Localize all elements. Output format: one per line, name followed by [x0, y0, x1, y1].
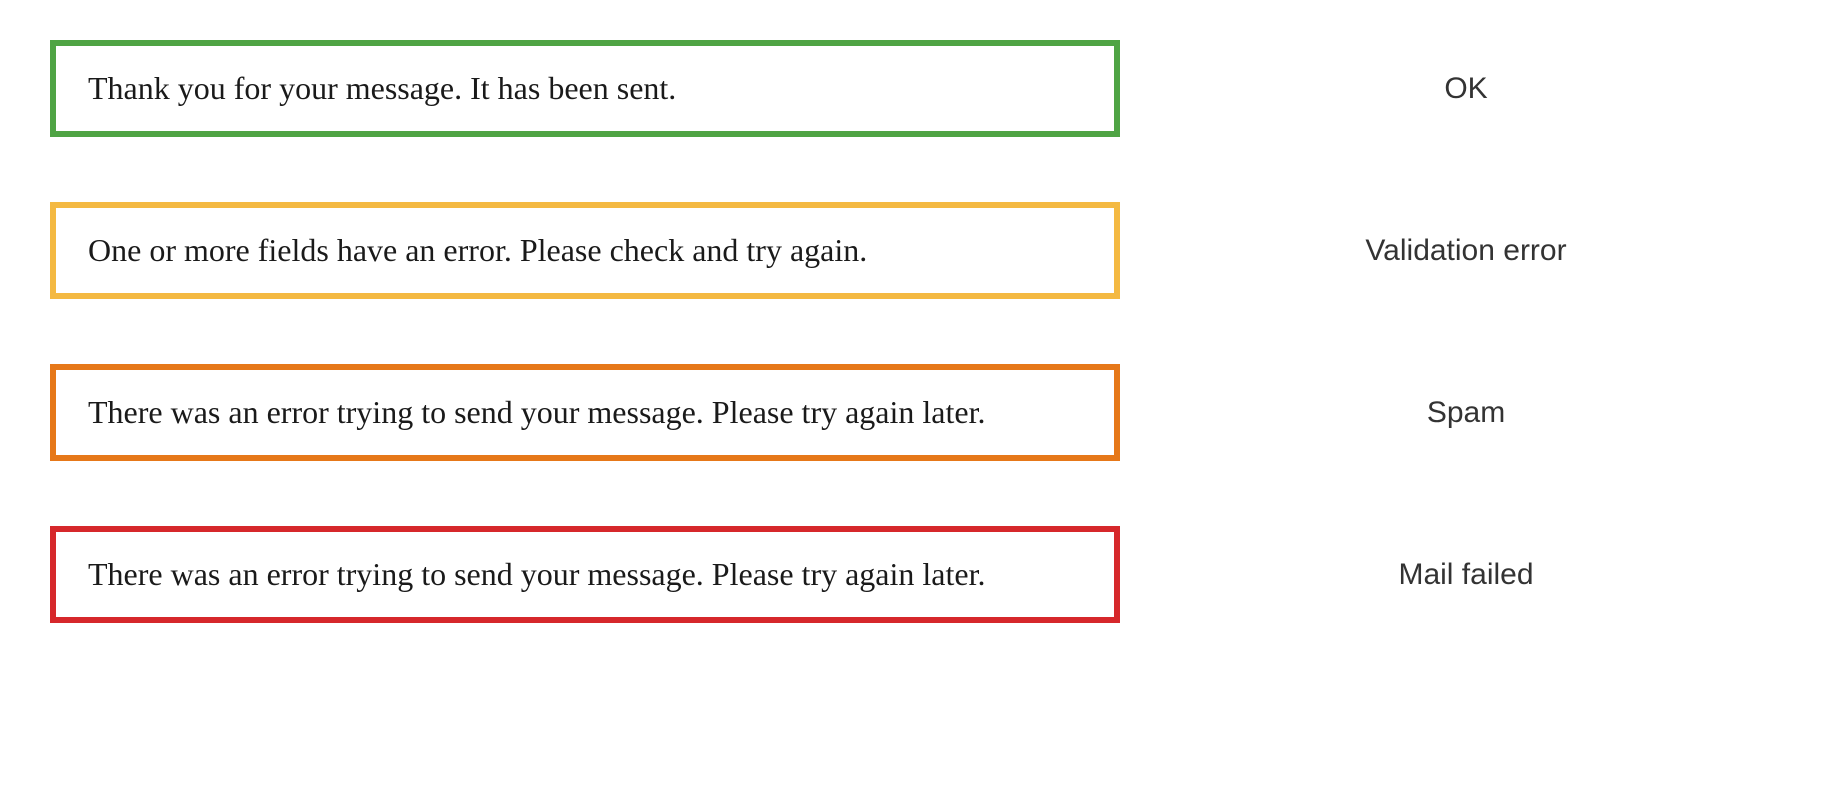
- message-label-failed: Mail failed: [1120, 558, 1782, 592]
- message-row-failed: There was an error trying to send your m…: [50, 526, 1782, 623]
- label-text: OK: [1444, 72, 1487, 105]
- message-row-ok: Thank you for your message. It has been …: [50, 40, 1782, 137]
- label-text: Mail failed: [1398, 558, 1533, 591]
- message-text: Thank you for your message. It has been …: [88, 70, 676, 106]
- message-box-validation: One or more fields have an error. Please…: [50, 202, 1120, 299]
- label-text: Validation error: [1365, 234, 1566, 267]
- message-text: One or more fields have an error. Please…: [88, 232, 867, 268]
- message-box-failed: There was an error trying to send your m…: [50, 526, 1120, 623]
- message-row-validation: One or more fields have an error. Please…: [50, 202, 1782, 299]
- message-row-spam: There was an error trying to send your m…: [50, 364, 1782, 461]
- message-text: There was an error trying to send your m…: [88, 556, 985, 592]
- message-label-validation: Validation error: [1120, 234, 1782, 268]
- message-text: There was an error trying to send your m…: [88, 394, 985, 430]
- label-text: Spam: [1427, 396, 1505, 429]
- message-box-spam: There was an error trying to send your m…: [50, 364, 1120, 461]
- message-box-ok: Thank you for your message. It has been …: [50, 40, 1120, 137]
- message-label-ok: OK: [1120, 72, 1782, 106]
- message-label-spam: Spam: [1120, 396, 1782, 430]
